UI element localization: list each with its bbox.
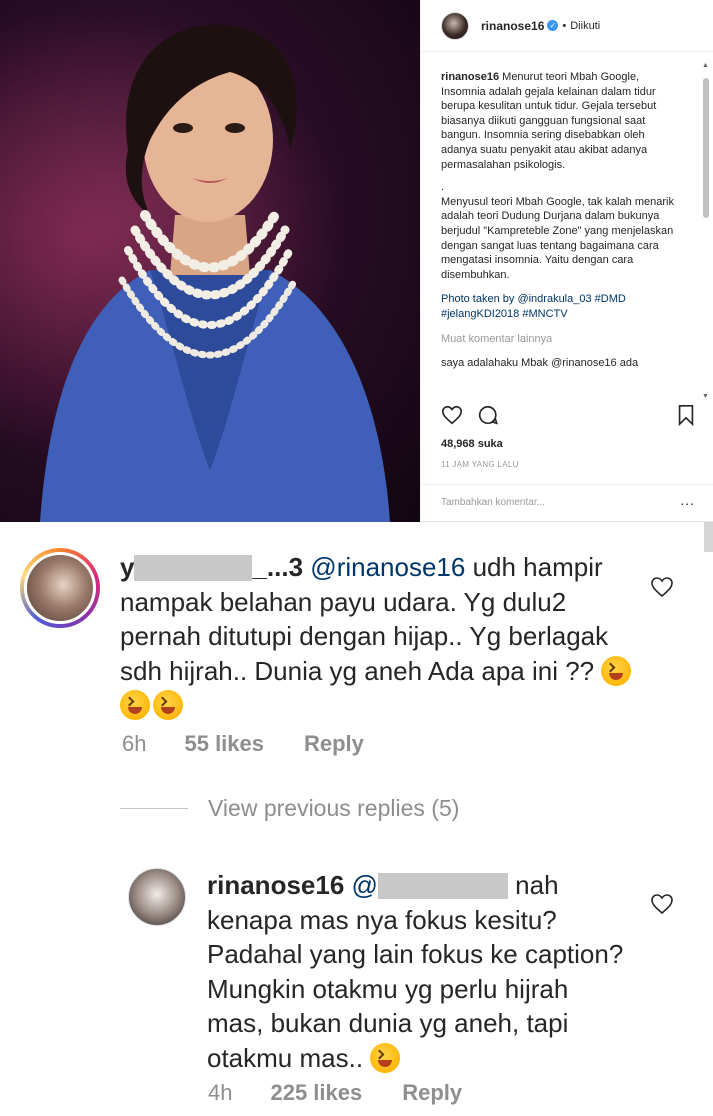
post-header: rinanose16 ✓ • Diikuti xyxy=(421,0,713,52)
redacted-block xyxy=(377,873,508,899)
scrollbar-thumb[interactable] xyxy=(703,78,709,218)
bookmark-icon[interactable] xyxy=(675,404,697,426)
reply-button[interactable]: Reply xyxy=(304,731,364,757)
portrait-illustration xyxy=(40,24,390,522)
reply-avatar[interactable] xyxy=(128,868,186,926)
more-options-icon[interactable]: ... xyxy=(680,492,695,508)
add-comment-input[interactable]: Tambahkan komentar... xyxy=(421,484,713,522)
caption-text-1: Menurut teori Mbah Google, Insomnia adal… xyxy=(441,71,657,171)
view-previous-replies[interactable]: View previous replies (5) xyxy=(120,795,459,822)
comment-icon[interactable] xyxy=(477,404,499,426)
caption-area: rinanose16 Menurut teori Mbah Google, In… xyxy=(421,60,699,398)
reply-time: 4h xyxy=(208,1080,233,1105)
follow-status[interactable]: Diikuti xyxy=(570,20,600,32)
reply-button[interactable]: Reply xyxy=(402,1080,462,1106)
caption-tags[interactable]: Photo taken by @indrakula_03 #DMD #jelan… xyxy=(441,292,679,321)
verified-icon: ✓ xyxy=(547,20,559,31)
post-actions xyxy=(441,404,499,426)
reply-username[interactable]: rinanose16 xyxy=(207,870,344,900)
reply-text: nah kenapa mas nya fokus kesitu? Padahal… xyxy=(207,870,624,1073)
redacted-block xyxy=(134,555,253,581)
caption-dot: . xyxy=(441,181,445,194)
post-sidebar: rinanose16 ✓ • Diikuti rinanose16 Menuru… xyxy=(420,0,713,522)
laughing-emoji-icon xyxy=(120,690,150,720)
laughing-emoji-icon xyxy=(601,655,632,686)
scroll-down-icon[interactable]: ▼ xyxy=(702,393,709,400)
instagram-post: rinanose16 ✓ • Diikuti rinanose16 Menuru… xyxy=(0,0,713,522)
comment-1: y _...3 @rinanose16 udh hampir nampak bel… xyxy=(120,550,640,723)
load-more-comments[interactable]: Muat komentar lainnya xyxy=(441,332,679,347)
avatar-photo xyxy=(24,552,96,624)
comment-2: rinanose16 @ nah kenapa mas nya fokus ke… xyxy=(207,868,627,1075)
heart-icon[interactable] xyxy=(441,404,463,426)
partial-comment: saya adalahaku Mbak @rinanose16 ada xyxy=(441,357,639,370)
post-time: 11 JAM YANG LALU xyxy=(441,460,519,469)
comment-2-meta: 4h 225 likes Reply xyxy=(208,1080,462,1106)
commenter-avatar[interactable] xyxy=(20,548,100,628)
like-heart-icon[interactable] xyxy=(650,576,674,598)
view-previous-label[interactable]: View previous replies (5) xyxy=(208,795,459,822)
laughing-emoji-icon xyxy=(153,690,183,720)
likes-count[interactable]: 48,968 suka xyxy=(441,438,503,450)
comment-1-meta: 6h 55 likes Reply xyxy=(122,731,364,757)
divider-line xyxy=(120,808,188,809)
scroll-up-icon[interactable]: ▲ xyxy=(702,62,709,69)
like-heart-icon[interactable] xyxy=(650,893,674,915)
post-photo[interactable] xyxy=(0,0,420,522)
caption-paragraph-2: Menyusul teori Mbah Google, tak kalah me… xyxy=(441,195,674,281)
comment-likes[interactable]: 55 likes xyxy=(184,731,264,757)
separator-dot: • xyxy=(562,19,567,32)
avatar[interactable] xyxy=(441,11,469,40)
reply-mention[interactable]: @ xyxy=(352,870,508,900)
reply-likes[interactable]: 225 likes xyxy=(270,1080,362,1106)
comment-mention[interactable]: @rinanose16 xyxy=(310,552,465,582)
comment-time: 6h xyxy=(122,731,147,756)
page-scrollbar[interactable] xyxy=(704,522,713,552)
comment-username[interactable]: y _...3 xyxy=(120,552,303,582)
caption-username[interactable]: rinanose16 xyxy=(441,71,499,83)
grinning-emoji-icon xyxy=(370,1042,401,1073)
caption-paragraph-1: rinanose16 Menurut teori Mbah Google, In… xyxy=(441,70,679,172)
post-username[interactable]: rinanose16 xyxy=(481,19,544,33)
caption-scrollbar[interactable]: ▲ ▼ xyxy=(702,60,710,400)
